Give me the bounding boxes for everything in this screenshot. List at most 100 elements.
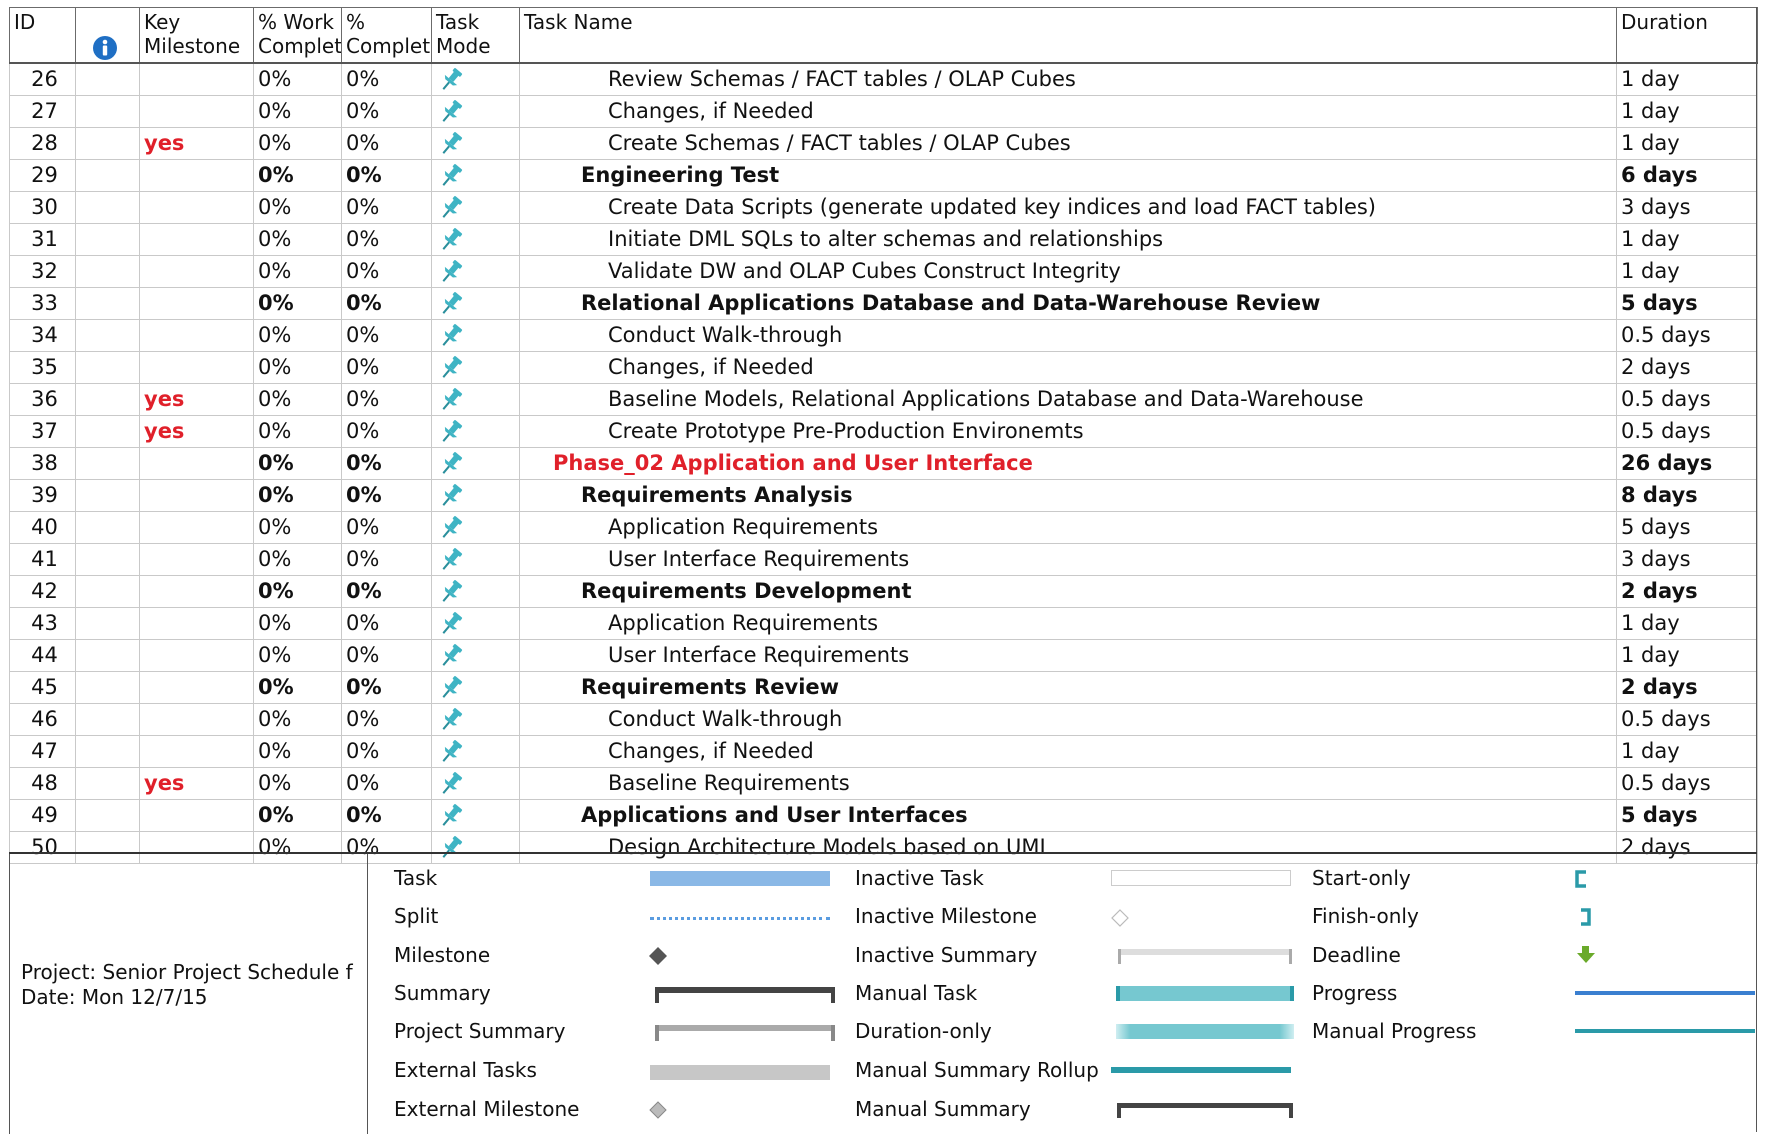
cell-complete[interactable]: 0% [341,62,432,96]
cell-complete[interactable]: 0% [341,479,432,512]
cell-key-milestone[interactable]: yes [139,415,254,448]
cell-indicators[interactable] [75,62,140,96]
cell-work-complete[interactable]: 0% [253,223,342,256]
cell-task-mode[interactable] [431,447,520,480]
cell-complete[interactable]: 0% [341,351,432,384]
col-header-work-complete[interactable]: % Work Complet [253,7,342,64]
cell-id[interactable]: 33 [9,287,76,320]
cell-complete[interactable]: 0% [341,191,432,224]
table-row[interactable]: 34 0% 0% Conduct Walk-through 0.5 days [9,319,1758,352]
cell-indicators[interactable] [75,287,140,320]
cell-work-complete[interactable]: 0% [253,127,342,160]
cell-duration[interactable]: 0.5 days [1616,767,1758,800]
cell-complete[interactable]: 0% [341,799,432,832]
cell-task-name[interactable]: Baseline Requirements [519,767,1617,800]
cell-duration[interactable]: 2 days [1616,351,1758,384]
table-row[interactable]: 36 yes 0% 0% Baseline Models, Relational App… [9,383,1758,416]
cell-complete[interactable]: 0% [341,735,432,768]
cell-key-milestone[interactable] [139,671,254,704]
table-row[interactable]: 44 0% 0% User Interface Requirements 1 day [9,639,1758,672]
cell-key-milestone[interactable] [139,511,254,544]
cell-complete[interactable]: 0% [341,639,432,672]
cell-task-mode[interactable] [431,319,520,352]
cell-indicators[interactable] [75,383,140,416]
cell-work-complete[interactable]: 0% [253,159,342,192]
cell-indicators[interactable] [75,95,140,128]
cell-duration[interactable]: 5 days [1616,799,1758,832]
cell-key-milestone[interactable] [139,319,254,352]
cell-task-mode[interactable] [431,62,520,96]
cell-indicators[interactable] [75,351,140,384]
col-header-key-milestone[interactable]: Key Milestone [139,7,254,64]
cell-complete[interactable]: 0% [341,287,432,320]
cell-work-complete[interactable]: 0% [253,735,342,768]
cell-work-complete[interactable]: 0% [253,383,342,416]
cell-work-complete[interactable]: 0% [253,447,342,480]
cell-task-mode[interactable] [431,255,520,288]
cell-indicators[interactable] [75,671,140,704]
cell-task-mode[interactable] [431,159,520,192]
cell-work-complete[interactable]: 0% [253,639,342,672]
cell-indicators[interactable] [75,127,140,160]
cell-duration[interactable]: 5 days [1616,511,1758,544]
cell-indicators[interactable] [75,447,140,480]
cell-complete[interactable]: 0% [341,607,432,640]
cell-task-mode[interactable] [431,735,520,768]
cell-key-milestone[interactable] [139,479,254,512]
cell-indicators[interactable] [75,159,140,192]
cell-task-name[interactable]: Application Requirements [519,511,1617,544]
cell-task-name[interactable]: Changes, if Needed [519,351,1617,384]
cell-task-mode[interactable] [431,95,520,128]
cell-task-name[interactable]: Application Requirements [519,607,1617,640]
table-row[interactable]: 42 0% 0% Requirements Development 2 days [9,575,1758,608]
col-header-task-name[interactable]: Task Name [519,7,1617,64]
cell-key-milestone[interactable] [139,575,254,608]
cell-task-mode[interactable] [431,127,520,160]
cell-id[interactable]: 47 [9,735,76,768]
cell-indicators[interactable] [75,415,140,448]
cell-duration[interactable]: 1 day [1616,607,1758,640]
cell-indicators[interactable] [75,543,140,576]
cell-work-complete[interactable]: 0% [253,607,342,640]
cell-task-mode[interactable] [431,191,520,224]
cell-complete[interactable]: 0% [341,543,432,576]
cell-task-mode[interactable] [431,287,520,320]
table-row[interactable]: 37 yes 0% 0% Create Prototype Pre-Production… [9,415,1758,448]
cell-indicators[interactable] [75,735,140,768]
cell-task-name[interactable]: Create Schemas / FACT tables / OLAP Cube… [519,127,1617,160]
cell-complete[interactable]: 0% [341,159,432,192]
cell-work-complete[interactable]: 0% [253,191,342,224]
cell-id[interactable]: 39 [9,479,76,512]
cell-task-name[interactable]: Changes, if Needed [519,95,1617,128]
table-row[interactable]: 39 0% 0% Requirements Analysis 8 days [9,479,1758,512]
cell-task-mode[interactable] [431,671,520,704]
cell-work-complete[interactable]: 0% [253,799,342,832]
cell-indicators[interactable] [75,223,140,256]
cell-work-complete[interactable]: 0% [253,511,342,544]
cell-task-mode[interactable] [431,351,520,384]
cell-indicators[interactable] [75,639,140,672]
cell-id[interactable]: 28 [9,127,76,160]
cell-id[interactable]: 43 [9,607,76,640]
cell-indicators[interactable] [75,479,140,512]
cell-task-mode[interactable] [431,767,520,800]
cell-task-mode[interactable] [431,479,520,512]
cell-id[interactable]: 30 [9,191,76,224]
cell-key-milestone[interactable] [139,351,254,384]
cell-indicators[interactable] [75,575,140,608]
cell-complete[interactable]: 0% [341,447,432,480]
cell-id[interactable]: 31 [9,223,76,256]
cell-task-mode[interactable] [431,575,520,608]
cell-indicators[interactable] [75,191,140,224]
cell-work-complete[interactable]: 0% [253,95,342,128]
cell-work-complete[interactable]: 0% [253,287,342,320]
table-row[interactable]: 41 0% 0% User Interface Requirements 3 days [9,543,1758,576]
cell-complete[interactable]: 0% [341,223,432,256]
cell-work-complete[interactable]: 0% [253,479,342,512]
table-row[interactable]: 47 0% 0% Changes, if Needed 1 day [9,735,1758,768]
cell-task-mode[interactable] [431,703,520,736]
cell-key-milestone[interactable] [139,255,254,288]
cell-key-milestone[interactable] [139,95,254,128]
cell-task-name[interactable]: User Interface Requirements [519,639,1617,672]
cell-indicators[interactable] [75,703,140,736]
